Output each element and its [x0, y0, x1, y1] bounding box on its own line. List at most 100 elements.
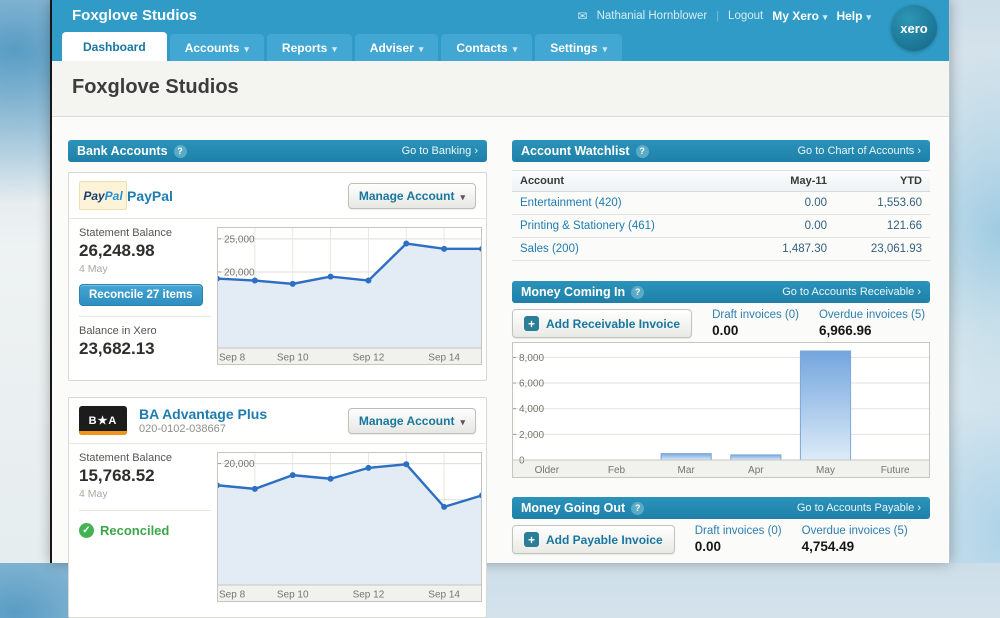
draft-invoices-link[interactable]: Draft invoices (0) [695, 525, 782, 537]
tab-accounts[interactable]: Accounts [170, 34, 264, 61]
top-bar: Foxglove Studios ✉ Nathanial Hornblower … [52, 0, 949, 31]
draft-invoices-total: 0.00 [695, 539, 782, 554]
account-watchlist-header: Account Watchlist Go to Chart of Account… [512, 140, 930, 162]
svg-text:4,000: 4,000 [519, 404, 544, 415]
overdue-invoices-link[interactable]: Overdue invoices (5) [819, 309, 925, 321]
draft-invoices-total: 0.00 [712, 323, 799, 338]
ba-account-card: B★A BA Advantage Plus 020-0102-038667 Ma… [68, 397, 487, 618]
line-chart: 5,00010,00015,00020,000Sep 8Sep 10Sep 12… [217, 452, 482, 602]
overdue-invoices: Overdue invoices (5) 4,754.49 [802, 525, 908, 554]
chevron-down-icon [332, 41, 337, 55]
help-menu[interactable]: Help [836, 9, 871, 23]
ba-stats: Statement Balance 15,768.52 4 May Reconc… [79, 452, 217, 607]
xero-app-window: Foxglove Studios ✉ Nathanial Hornblower … [50, 0, 950, 563]
money-out-summary: Add Payable Invoice Draft invoices (0) 0… [512, 525, 930, 554]
panel-title: Account Watchlist [521, 144, 630, 158]
svg-text:20,000: 20,000 [224, 267, 255, 278]
tab-label: Contacts [456, 41, 507, 55]
check-circle-icon [79, 523, 94, 538]
help-question-icon[interactable] [631, 286, 644, 299]
statement-balance-label: Statement Balance [79, 452, 211, 464]
svg-text:Sep 8: Sep 8 [219, 353, 246, 364]
go-to-chart-of-accounts-link[interactable]: Go to Chart of Accounts › [797, 145, 921, 157]
tab-label: Dashboard [83, 40, 146, 54]
draft-invoices-link[interactable]: Draft invoices (0) [712, 309, 799, 321]
manage-account-label: Manage Account [359, 414, 455, 428]
add-receivable-invoice-button[interactable]: Add Receivable Invoice [512, 309, 692, 338]
line-chart: 10,00015,00020,00025,000Sep 8Sep 10Sep 1… [217, 227, 482, 365]
my-xero-menu[interactable]: My Xero [772, 9, 827, 23]
manage-account-button[interactable]: Manage Account [348, 408, 476, 434]
balance-in-xero-value: 23,682.13 [79, 339, 211, 359]
statement-balance-value: 26,248.98 [79, 241, 211, 261]
paypal-logo-pal: Pal [105, 189, 123, 203]
svg-text:2,000: 2,000 [519, 430, 544, 441]
tab-adviser[interactable]: Adviser [355, 34, 439, 61]
account-link[interactable]: Entertainment (420) [520, 197, 732, 209]
go-to-accounts-payable-link[interactable]: Go to Accounts Payable › [797, 502, 921, 514]
paypal-logo-pay: Pay [83, 189, 104, 203]
panel-title: Bank Accounts [77, 144, 168, 158]
statement-date: 4 May [79, 488, 211, 500]
xero-logo[interactable]: xero [891, 5, 937, 51]
svg-text:20,000: 20,000 [224, 459, 255, 470]
draft-invoices: Draft invoices (0) 0.00 [712, 309, 799, 338]
statement-date: 4 May [79, 263, 211, 275]
ba-account-number: 020-0102-038667 [139, 423, 267, 435]
add-payable-invoice-button[interactable]: Add Payable Invoice [512, 525, 675, 554]
chevron-down-icon [513, 41, 518, 55]
panel-title: Money Coming In [521, 285, 625, 299]
tab-label: Accounts [185, 41, 240, 55]
help-question-icon[interactable] [631, 502, 644, 515]
svg-text:8,000: 8,000 [519, 353, 544, 364]
money-in-chart: 02,0004,0006,0008,000OlderFebMarAprMayFu… [512, 342, 930, 483]
reconcile-items-button[interactable]: Reconcile 27 items [79, 284, 203, 306]
column-ytd: YTD [827, 175, 922, 187]
help-question-icon[interactable] [636, 145, 649, 158]
right-column: Account Watchlist Go to Chart of Account… [512, 140, 930, 554]
my-xero-label: My Xero [772, 9, 819, 23]
help-question-icon[interactable] [174, 145, 187, 158]
table-row: Entertainment (420) 0.00 1,553.60 [512, 192, 930, 215]
account-link[interactable]: Sales (200) [520, 243, 732, 255]
go-to-accounts-receivable-link[interactable]: Go to Accounts Receivable › [782, 286, 921, 298]
tab-reports[interactable]: Reports [267, 34, 352, 61]
tab-settings[interactable]: Settings [535, 34, 622, 61]
help-label: Help [836, 9, 862, 23]
table-row: Sales (200) 1,487.30 23,061.93 [512, 238, 930, 261]
svg-text:Future: Future [881, 465, 910, 476]
chevron-down-icon [603, 41, 608, 55]
tab-label: Reports [282, 41, 327, 55]
ba-card-header: B★A BA Advantage Plus 020-0102-038667 Ma… [69, 398, 486, 444]
add-payable-invoice-label: Add Payable Invoice [546, 533, 663, 547]
bank-accounts-header: Bank Accounts Go to Banking › [68, 140, 487, 162]
overdue-invoices-link[interactable]: Overdue invoices (5) [802, 525, 908, 537]
svg-text:Mar: Mar [678, 465, 696, 476]
ytd-value: 1,553.60 [827, 197, 922, 209]
ba-account-link[interactable]: BA Advantage Plus [139, 406, 267, 422]
paypal-account-link[interactable]: PayPal [127, 188, 173, 204]
svg-text:Sep 10: Sep 10 [277, 353, 309, 364]
svg-text:Sep 14: Sep 14 [428, 590, 460, 601]
page-title: Foxglove Studios [72, 76, 949, 99]
user-name-link[interactable]: Nathanial Hornblower [597, 10, 708, 22]
bank-accounts-column: Bank Accounts Go to Banking › PayPal Pay… [68, 140, 487, 618]
tab-contacts[interactable]: Contacts [441, 34, 532, 61]
overdue-invoices-total: 6,966.96 [819, 323, 925, 338]
statement-balance-label: Statement Balance [79, 227, 211, 239]
go-to-banking-link[interactable]: Go to Banking › [402, 145, 478, 157]
envelope-icon[interactable]: ✉ [578, 9, 588, 23]
plus-icon [524, 532, 539, 547]
draft-invoices: Draft invoices (0) 0.00 [695, 525, 782, 554]
ba-account-names: BA Advantage Plus 020-0102-038667 [139, 406, 267, 435]
logout-link[interactable]: Logout [728, 10, 763, 22]
tab-dashboard[interactable]: Dashboard [62, 32, 167, 61]
chevron-down-icon [823, 9, 828, 23]
chevron-down-icon [244, 41, 249, 55]
manage-account-button[interactable]: Manage Account [348, 183, 476, 209]
page-header: Foxglove Studios [52, 61, 949, 117]
overdue-invoices-total: 4,754.49 [802, 539, 908, 554]
ytd-value: 23,061.93 [827, 243, 922, 255]
paypal-logo: PayPal [79, 181, 127, 210]
account-link[interactable]: Printing & Stationery (461) [520, 220, 732, 232]
